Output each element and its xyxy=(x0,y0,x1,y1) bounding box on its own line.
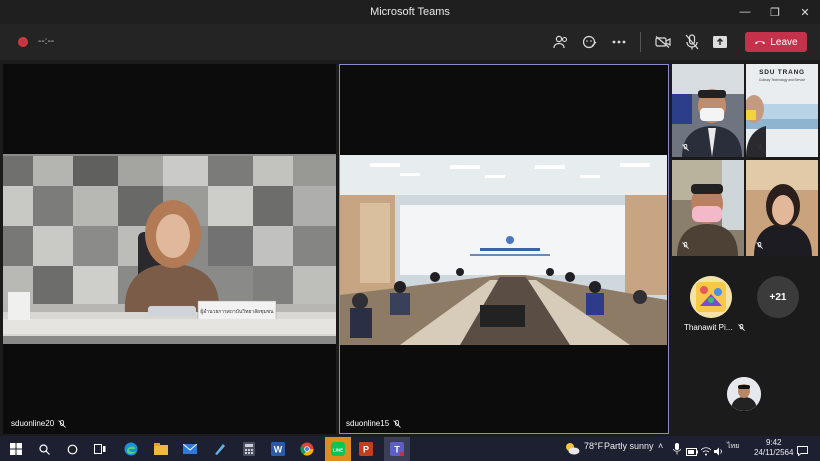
mic-muted-icon xyxy=(682,144,689,151)
logo-text: SDU TRANG xyxy=(759,69,805,76)
mic-muted-icon xyxy=(393,419,401,428)
minimize-icon[interactable]: — xyxy=(730,0,760,24)
word-icon[interactable]: W xyxy=(269,440,287,458)
notifications-icon[interactable] xyxy=(797,443,808,461)
camera-off-icon[interactable] xyxy=(654,33,672,51)
cortana-icon[interactable] xyxy=(63,440,81,458)
weather-temp[interactable]: 78°F xyxy=(584,441,603,451)
thumbnail-participant-4[interactable] xyxy=(746,160,818,256)
mic-muted-icon xyxy=(58,419,66,428)
participant-name: Thanawit Pi... xyxy=(684,323,733,332)
title-bar: Microsoft Teams — ❐ ✕ xyxy=(0,0,820,24)
participant-label: sduonline15 xyxy=(346,419,401,428)
share-screen-icon[interactable] xyxy=(711,33,729,51)
logo-subtext: Culinary Technology and Service xyxy=(759,78,806,82)
clock-date: 24/11/2564 xyxy=(754,448,794,457)
toolbar-separator xyxy=(640,32,641,52)
close-icon[interactable]: ✕ xyxy=(790,0,820,24)
mic-muted-icon xyxy=(756,144,763,151)
svg-text:W: W xyxy=(274,445,283,455)
nameplate-text: ผู้อำนวยการสถาบันวิทยาลัยชุมชน xyxy=(200,308,274,315)
network-icon[interactable] xyxy=(700,443,712,461)
self-view-image xyxy=(727,377,761,411)
video-tile-sduonline20[interactable]: ผู้อำนวยการสถาบันวิทยาลัยชุมชน sduonline… xyxy=(3,64,336,434)
mic-muted-icon xyxy=(738,324,746,331)
leave-label: Leave xyxy=(770,36,798,48)
search-icon[interactable] xyxy=(35,440,53,458)
participant-label: Thanawit Pi... xyxy=(684,323,746,332)
input-language[interactable]: ไทย xyxy=(727,441,739,452)
volume-icon[interactable] xyxy=(714,443,724,461)
svg-text:LINE: LINE xyxy=(333,448,343,453)
mic-off-icon[interactable] xyxy=(683,33,701,51)
system-clock[interactable]: 9:42 24/11/2564 xyxy=(754,438,793,458)
clock-time: 9:42 xyxy=(765,438,782,447)
mail-icon[interactable] xyxy=(181,440,199,458)
more-options-icon[interactable] xyxy=(610,33,628,51)
calculator-icon[interactable] xyxy=(240,440,258,458)
meeting-timer: --:-- xyxy=(38,36,55,47)
weather-icon[interactable] xyxy=(564,441,580,460)
mic-muted-icon xyxy=(682,242,689,249)
participant-name: sduonline20 xyxy=(11,419,55,428)
window-title: Microsoft Teams xyxy=(370,6,450,18)
reactions-icon[interactable] xyxy=(581,33,599,51)
window-controls: — ❐ ✕ xyxy=(730,0,820,24)
ink-workspace-icon[interactable] xyxy=(211,440,229,458)
microphone-tray-icon[interactable] xyxy=(673,442,681,460)
file-explorer-icon[interactable] xyxy=(152,440,170,458)
avatar[interactable] xyxy=(690,276,732,318)
thumbnail-participant-2[interactable]: SDU TRANG Culinary Technology and Servic… xyxy=(744,64,818,157)
leave-button[interactable]: Leave xyxy=(745,32,807,52)
powerpoint-icon[interactable]: P xyxy=(357,440,375,458)
svg-text:P: P xyxy=(363,445,369,455)
participant-label: sduonline20 xyxy=(11,419,66,428)
video-feed-speaker: ผู้อำนวยการสถาบันวิทยาลัยชุมชน xyxy=(3,154,336,344)
edge-icon[interactable] xyxy=(122,440,140,458)
participant-name: sduonline15 xyxy=(346,419,390,428)
task-view-icon[interactable] xyxy=(91,440,109,458)
maximize-icon[interactable]: ❐ xyxy=(760,0,790,24)
overflow-participants-button[interactable]: +21 xyxy=(757,276,799,318)
chrome-icon[interactable] xyxy=(298,440,316,458)
thumbnail-participant-1[interactable] xyxy=(672,64,744,157)
video-feed-conference-room xyxy=(340,155,667,345)
teams-icon[interactable]: T xyxy=(384,437,410,461)
mic-muted-icon xyxy=(756,242,763,249)
line-app-icon[interactable]: LINE xyxy=(325,437,351,461)
record-indicator-icon xyxy=(18,37,28,47)
video-tile-sduonline15[interactable]: sduonline15 xyxy=(339,64,669,434)
phone-hangup-icon xyxy=(755,41,766,44)
thumbnail-participant-3[interactable] xyxy=(672,160,744,256)
battery-icon[interactable] xyxy=(686,443,698,461)
weather-desc[interactable]: Partly sunny xyxy=(604,441,654,451)
overflow-count: +21 xyxy=(769,291,787,303)
self-view-avatar[interactable] xyxy=(727,377,761,411)
people-icon[interactable] xyxy=(552,33,570,51)
avatar-image xyxy=(690,276,732,318)
tray-chevron-icon[interactable]: ˄ xyxy=(658,441,663,451)
svg-text:T: T xyxy=(394,445,400,455)
windows-start-icon[interactable] xyxy=(7,440,25,458)
